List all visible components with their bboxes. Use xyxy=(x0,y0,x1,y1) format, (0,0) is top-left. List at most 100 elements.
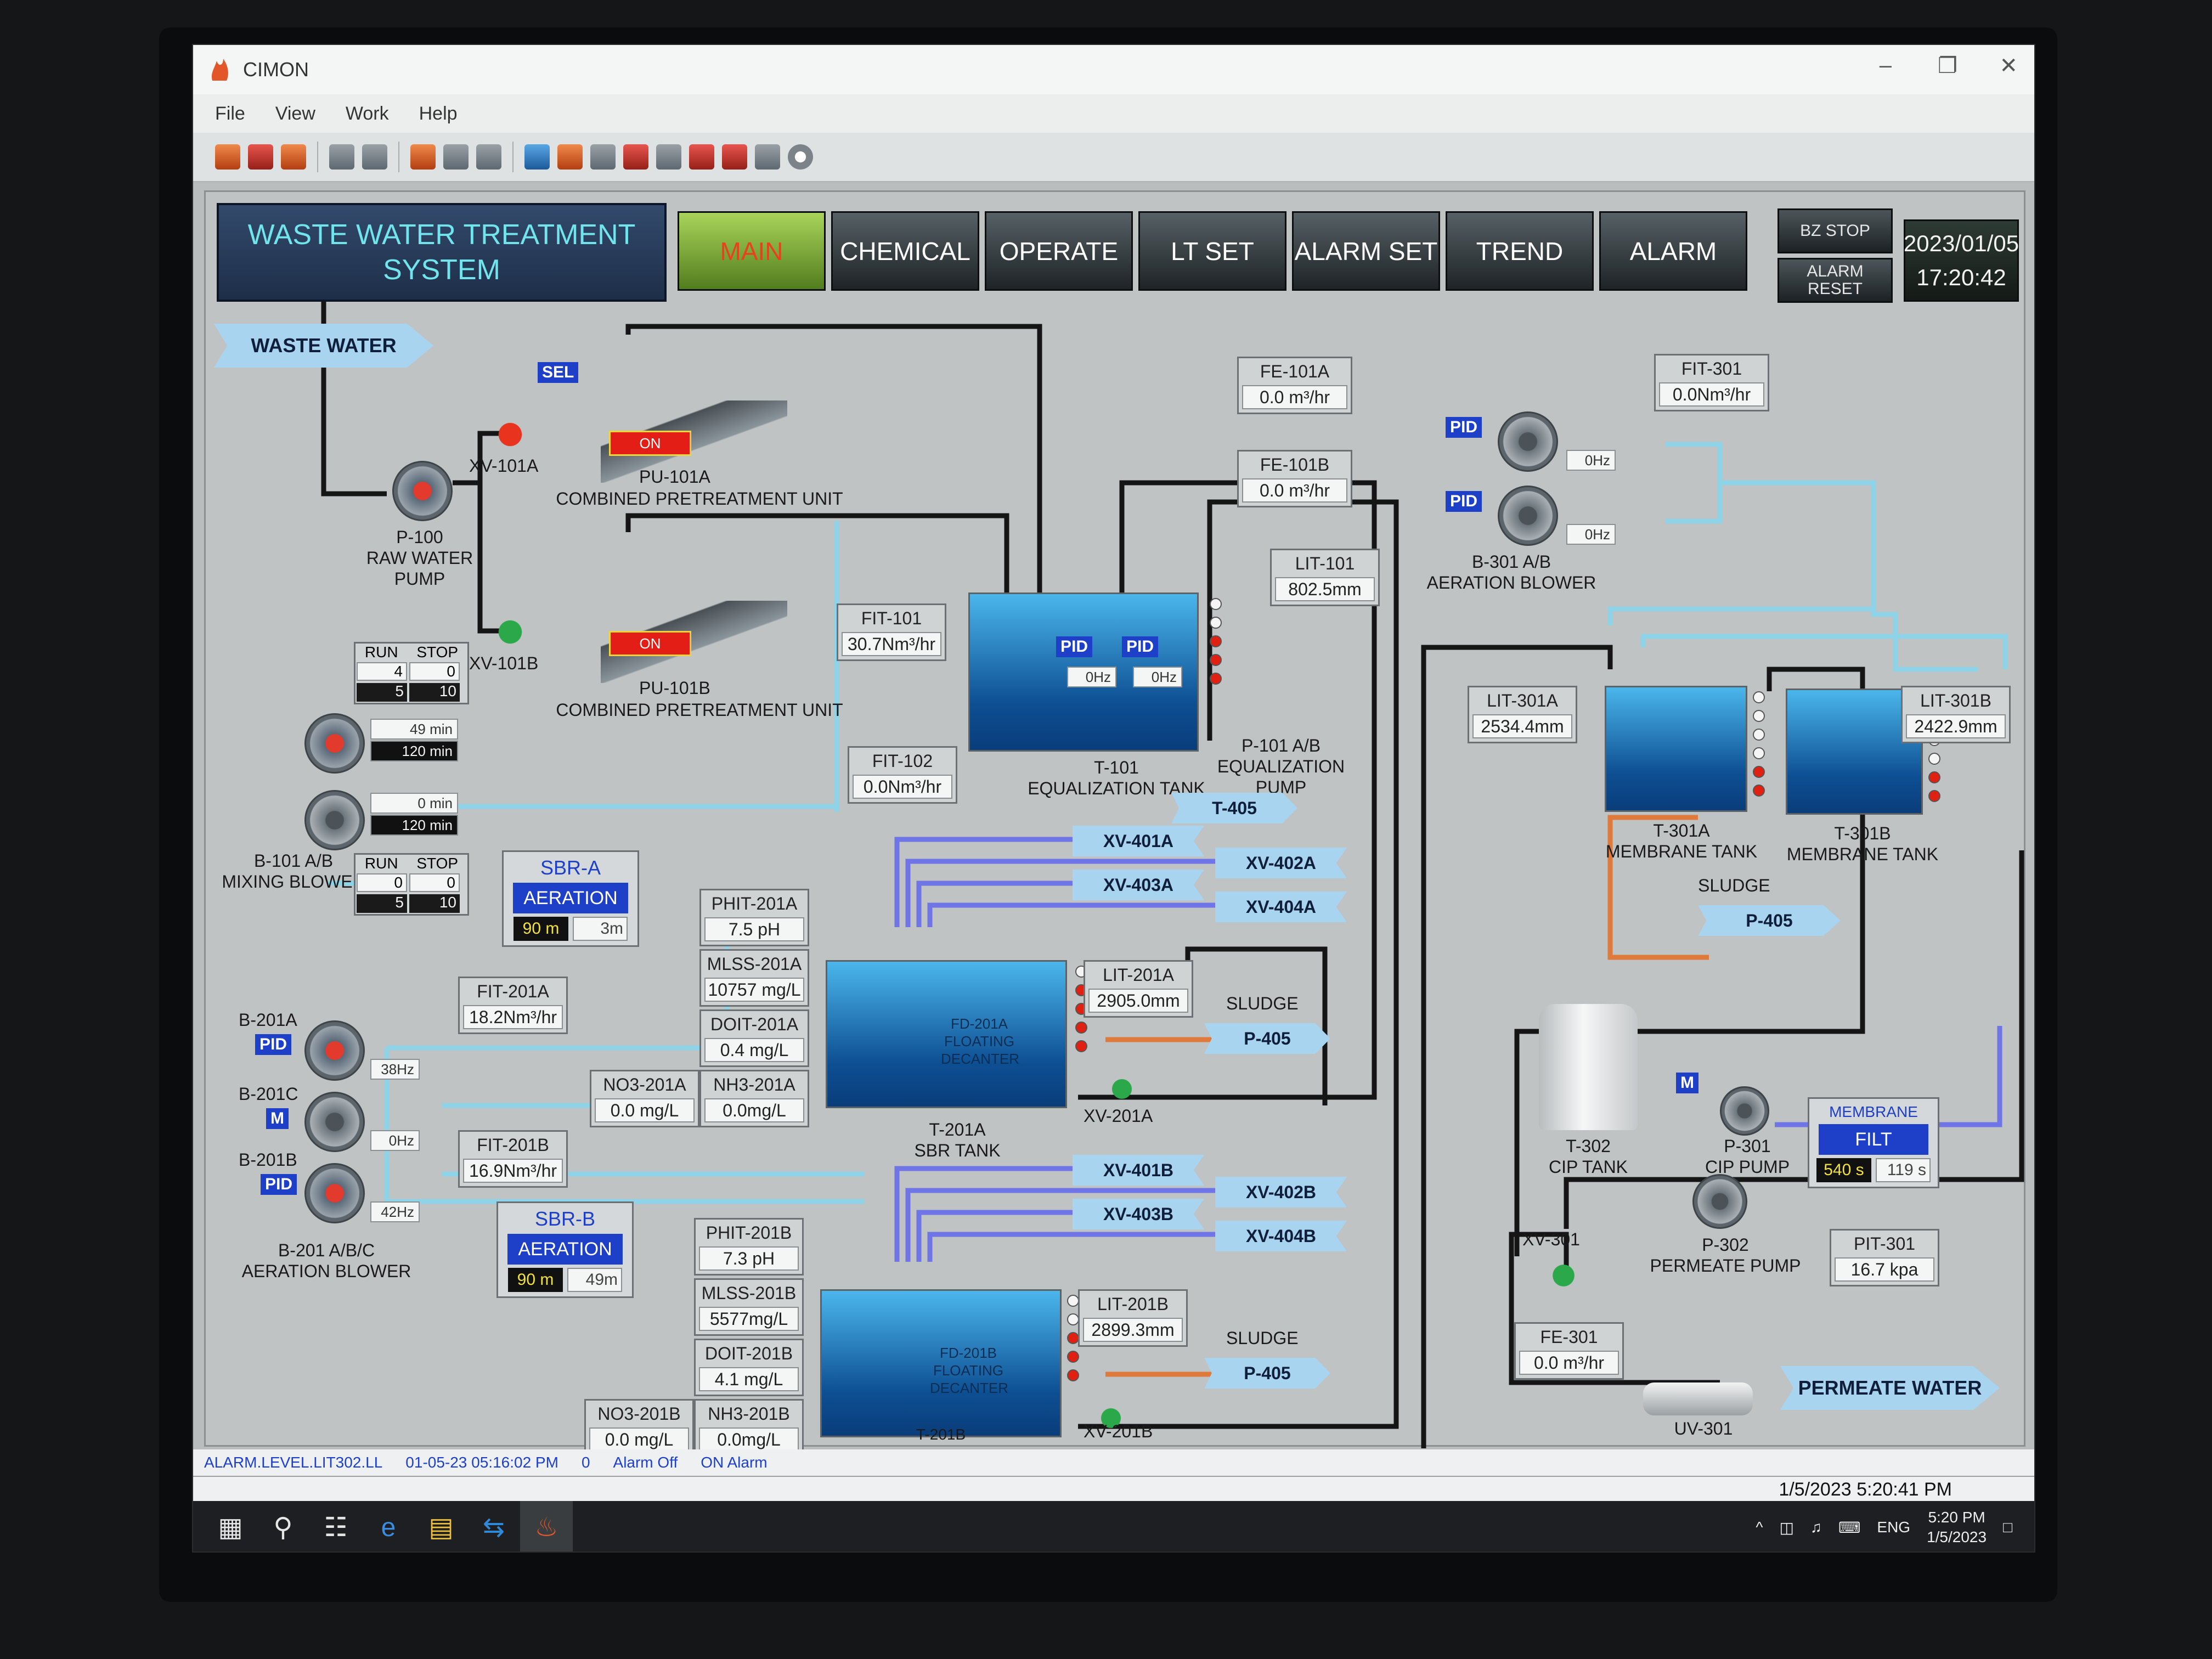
stop-icon[interactable] xyxy=(248,144,273,170)
alarm-icon[interactable] xyxy=(410,144,436,170)
fe-101a-instrument[interactable]: FE-101A 0.0 m³/hr xyxy=(1237,357,1352,414)
nh3-201a-instrument[interactable]: NH3-201A 0.0mg/L xyxy=(699,1070,809,1127)
menu-work[interactable]: Work xyxy=(346,103,389,125)
chevron-up-icon[interactable]: ^ xyxy=(1756,1519,1763,1536)
internet-explorer-icon[interactable]: e xyxy=(362,1501,415,1551)
fit-201b-instrument[interactable]: FIT-201B 16.9Nm³/hr xyxy=(458,1130,568,1188)
b-301b-blower-icon[interactable] xyxy=(1498,486,1558,546)
document-icon[interactable] xyxy=(656,144,681,170)
stop-setpoint[interactable]: 10 xyxy=(409,683,460,702)
xv-301-valve-icon[interactable] xyxy=(1544,1262,1583,1289)
user-icon[interactable] xyxy=(443,144,469,170)
volume-icon[interactable]: ♫ xyxy=(1810,1519,1822,1536)
b-101b-blower-icon[interactable] xyxy=(304,790,365,850)
phit-201b-instrument[interactable]: PHIT-201B 7.3 pH xyxy=(694,1218,804,1276)
sbr-b-mode[interactable]: AERATION xyxy=(507,1234,623,1265)
print-icon[interactable] xyxy=(329,144,354,170)
network-icon[interactable]: ◫ xyxy=(1780,1519,1794,1537)
lit-201a-instrument[interactable]: LIT-201A 2905.0mm xyxy=(1084,960,1193,1018)
nav-chemical-button[interactable]: CHEMICAL xyxy=(831,211,979,291)
notification-icon[interactable]: □ xyxy=(2003,1519,2012,1536)
close-icon[interactable]: ✕ xyxy=(1999,53,2018,78)
p-100-pump-icon[interactable] xyxy=(392,461,453,521)
b-301b-pid-badge[interactable]: PID xyxy=(1446,491,1482,512)
stop-count[interactable]: 0 xyxy=(409,662,460,681)
xv-101a-valve-icon[interactable] xyxy=(491,418,529,451)
sbr-a-setpoint[interactable]: 90 m xyxy=(514,917,568,941)
trend-icon[interactable] xyxy=(623,144,648,170)
fit-102-instrument[interactable]: FIT-102 0.0Nm³/hr xyxy=(848,746,957,804)
run-count[interactable]: 0 xyxy=(357,873,407,892)
p-101b-pid-badge[interactable]: PID xyxy=(1122,636,1159,657)
task-view-icon[interactable]: ☷ xyxy=(309,1501,362,1551)
fit-301-instrument[interactable]: FIT-301 0.0Nm³/hr xyxy=(1654,354,1769,411)
monitor-icon[interactable] xyxy=(524,144,550,170)
b-201c-manual-badge[interactable]: M xyxy=(266,1108,289,1129)
log-icon[interactable] xyxy=(722,144,747,170)
nav-trend-button[interactable]: TREND xyxy=(1446,211,1594,291)
search-icon[interactable]: ⚲ xyxy=(257,1501,309,1551)
xv-101b-valve-icon[interactable] xyxy=(491,616,529,648)
membrane-panel[interactable]: MEMBRANE FILT 540 s 119 s xyxy=(1808,1097,1939,1188)
alarm-summary-line[interactable]: ALARM.LEVEL.LIT302.LL 01-05-23 05:16:02 … xyxy=(193,1449,2034,1476)
keyboard-icon[interactable]: ⌨ xyxy=(1838,1519,1860,1537)
fe-101b-instrument[interactable]: FE-101B 0.0 m³/hr xyxy=(1237,450,1352,507)
p-301-pump-icon[interactable] xyxy=(1720,1086,1769,1136)
sbr-a-panel[interactable]: SBR-A AERATION 90 m 3m xyxy=(502,850,639,947)
home-icon[interactable] xyxy=(476,144,501,170)
language-indicator[interactable]: ENG xyxy=(1877,1519,1910,1536)
nav-lt-set-button[interactable]: LT SET xyxy=(1138,211,1286,291)
b-201c-blower-icon[interactable] xyxy=(304,1092,365,1152)
menu-help[interactable]: Help xyxy=(419,103,458,125)
membrane-panel-mode[interactable]: FILT xyxy=(1819,1124,1928,1155)
cimon-taskbar-icon[interactable]: ♨ xyxy=(520,1501,573,1551)
doit-201a-instrument[interactable]: DOIT-201A 0.4 mg/L xyxy=(699,1009,809,1067)
doit-201b-instrument[interactable]: DOIT-201B 4.1 mg/L xyxy=(694,1339,804,1396)
fit-101-instrument[interactable]: FIT-101 30.7Nm³/hr xyxy=(837,603,946,661)
stop-count[interactable]: 0 xyxy=(409,873,460,892)
file-explorer-icon[interactable]: ▤ xyxy=(415,1501,467,1551)
report-icon[interactable] xyxy=(689,144,714,170)
menu-view[interactable]: View xyxy=(275,103,315,125)
fit-201a-instrument[interactable]: FIT-201A 18.2Nm³/hr xyxy=(458,977,568,1034)
sbr-a-mode[interactable]: AERATION xyxy=(513,883,628,913)
help-icon[interactable] xyxy=(788,144,813,170)
menu-file[interactable]: File xyxy=(215,103,245,125)
lit-301a-instrument[interactable]: LIT-301A 2534.4mm xyxy=(1468,686,1577,743)
stop-setpoint[interactable]: 10 xyxy=(409,894,460,913)
p-301-manual-badge[interactable]: M xyxy=(1676,1073,1699,1093)
pu-101b-on-indicator[interactable]: ON xyxy=(609,631,691,656)
tray-clock[interactable]: 5:20 PM 1/5/2023 xyxy=(1927,1508,1987,1547)
nh3-201b-instrument[interactable]: NH3-201B 0.0mg/L xyxy=(694,1399,804,1457)
windows-start-icon[interactable]: ▦ xyxy=(204,1501,257,1551)
run-icon[interactable] xyxy=(281,144,306,170)
lit-201b-instrument[interactable]: LIT-201B 2899.3mm xyxy=(1078,1289,1188,1347)
nav-alarm-button[interactable]: ALARM xyxy=(1599,211,1747,291)
bz-stop-button[interactable]: BZ STOP xyxy=(1778,208,1893,253)
run-setpoint[interactable]: 5 xyxy=(357,683,407,702)
b-101a-timer-setpoint[interactable]: 120 min xyxy=(370,741,458,761)
run-count[interactable]: 4 xyxy=(357,662,407,681)
network-icon[interactable] xyxy=(590,144,616,170)
no3-201a-instrument[interactable]: NO3-201A 0.0 mg/L xyxy=(590,1070,699,1127)
nav-alarm-set-button[interactable]: ALARM SET xyxy=(1292,211,1440,291)
lit-301b-instrument[interactable]: LIT-301B 2422.9mm xyxy=(1901,686,2011,743)
pu-101a-on-indicator[interactable]: ON xyxy=(609,431,691,456)
phit-201a-instrument[interactable]: PHIT-201A 7.5 pH xyxy=(699,889,809,946)
b-201b-blower-icon[interactable] xyxy=(304,1163,365,1223)
mlss-201b-instrument[interactable]: MLSS-201B 5577mg/L xyxy=(694,1278,804,1336)
b-201b-pid-badge[interactable]: PID xyxy=(261,1174,297,1195)
sel-badge[interactable]: SEL xyxy=(538,362,579,383)
sbr-b-panel[interactable]: SBR-B AERATION 90 m 49m xyxy=(496,1201,634,1298)
fe-301-instrument[interactable]: FE-301 0.0 m³/hr xyxy=(1514,1322,1624,1380)
tool-icon[interactable] xyxy=(362,144,387,170)
b-101a-blower-icon[interactable] xyxy=(304,713,365,774)
b-101b-timer-setpoint[interactable]: 120 min xyxy=(370,815,458,836)
no3-201b-instrument[interactable]: NO3-201B 0.0 mg/L xyxy=(584,1399,694,1457)
b-301a-pid-badge[interactable]: PID xyxy=(1446,417,1482,438)
run-setpoint[interactable]: 5 xyxy=(357,894,407,913)
p-302-pump-icon[interactable] xyxy=(1692,1174,1747,1229)
b-201a-pid-badge[interactable]: PID xyxy=(255,1034,292,1055)
edit-icon[interactable] xyxy=(557,144,583,170)
b-201a-blower-icon[interactable] xyxy=(304,1020,365,1081)
